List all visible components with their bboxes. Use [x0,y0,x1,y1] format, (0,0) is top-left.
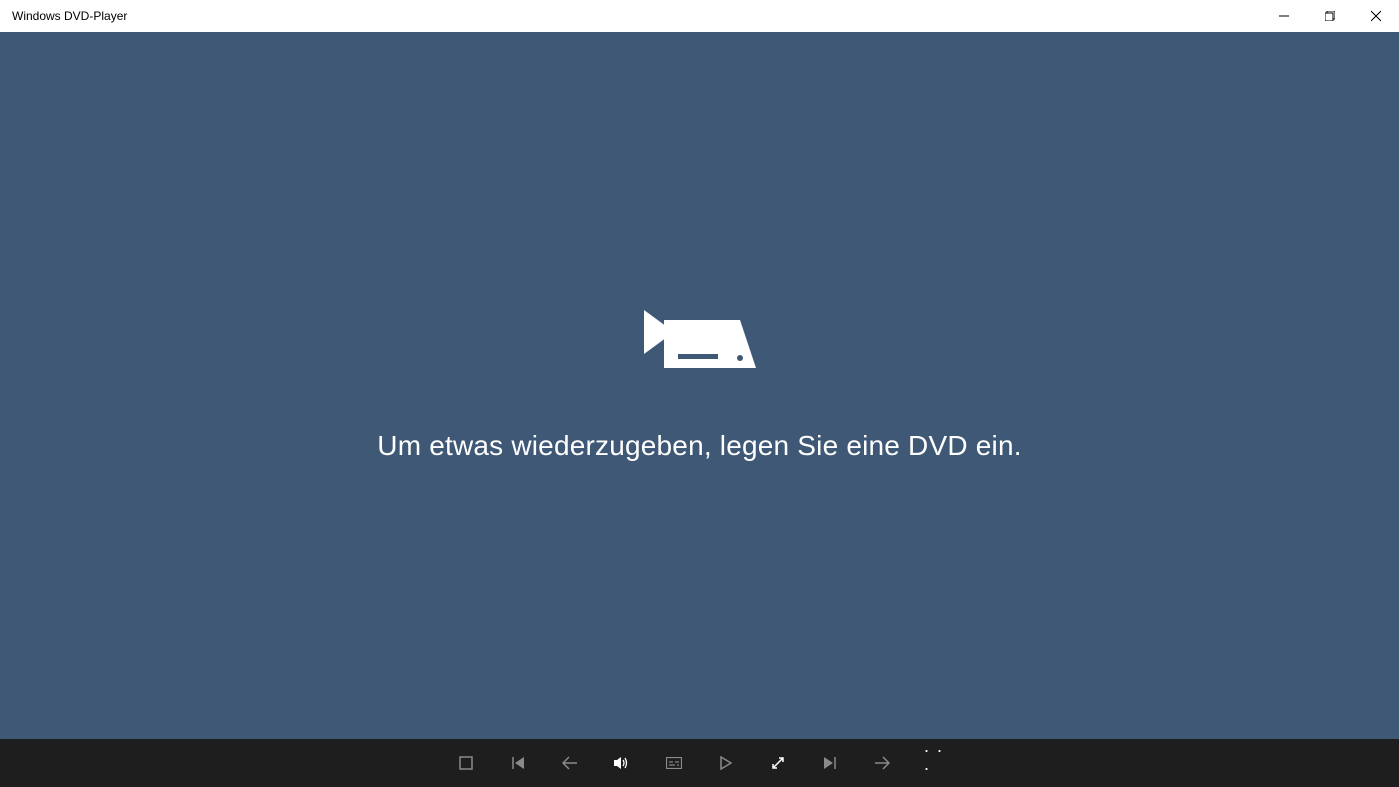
app-window: Windows DVD-Player [0,0,1399,787]
play-icon [720,756,732,770]
more-icon: · · · [924,741,944,777]
previous-button[interactable] [508,753,528,773]
minimize-button[interactable] [1261,0,1307,32]
titlebar: Windows DVD-Player [0,0,1399,32]
arrow-left-icon [562,756,578,770]
close-icon [1371,11,1381,21]
subtitles-button[interactable] [664,753,684,773]
fullscreen-button[interactable] [768,753,788,773]
next-button[interactable] [820,753,840,773]
stop-icon [459,756,473,770]
window-controls [1261,0,1399,32]
fullscreen-icon [771,756,785,770]
dvd-player-icon [644,310,756,382]
insert-dvd-message: Um etwas wiederzugeben, legen Sie eine D… [377,430,1021,462]
video-area: Um etwas wiederzugeben, legen Sie eine D… [0,32,1399,739]
subtitles-icon [666,757,682,769]
maximize-button[interactable] [1307,0,1353,32]
stop-button[interactable] [456,753,476,773]
skip-next-icon [823,756,837,770]
close-button[interactable] [1353,0,1399,32]
window-title: Windows DVD-Player [0,9,127,23]
playback-controls: · · · [0,739,1399,787]
arrow-right-icon [874,756,890,770]
volume-icon [614,756,630,770]
volume-button[interactable] [612,753,632,773]
minimize-icon [1279,11,1289,21]
play-button[interactable] [716,753,736,773]
forward-button[interactable] [872,753,892,773]
maximize-icon [1325,11,1335,21]
skip-previous-icon [511,756,525,770]
back-button[interactable] [560,753,580,773]
more-button[interactable]: · · · [924,749,944,769]
